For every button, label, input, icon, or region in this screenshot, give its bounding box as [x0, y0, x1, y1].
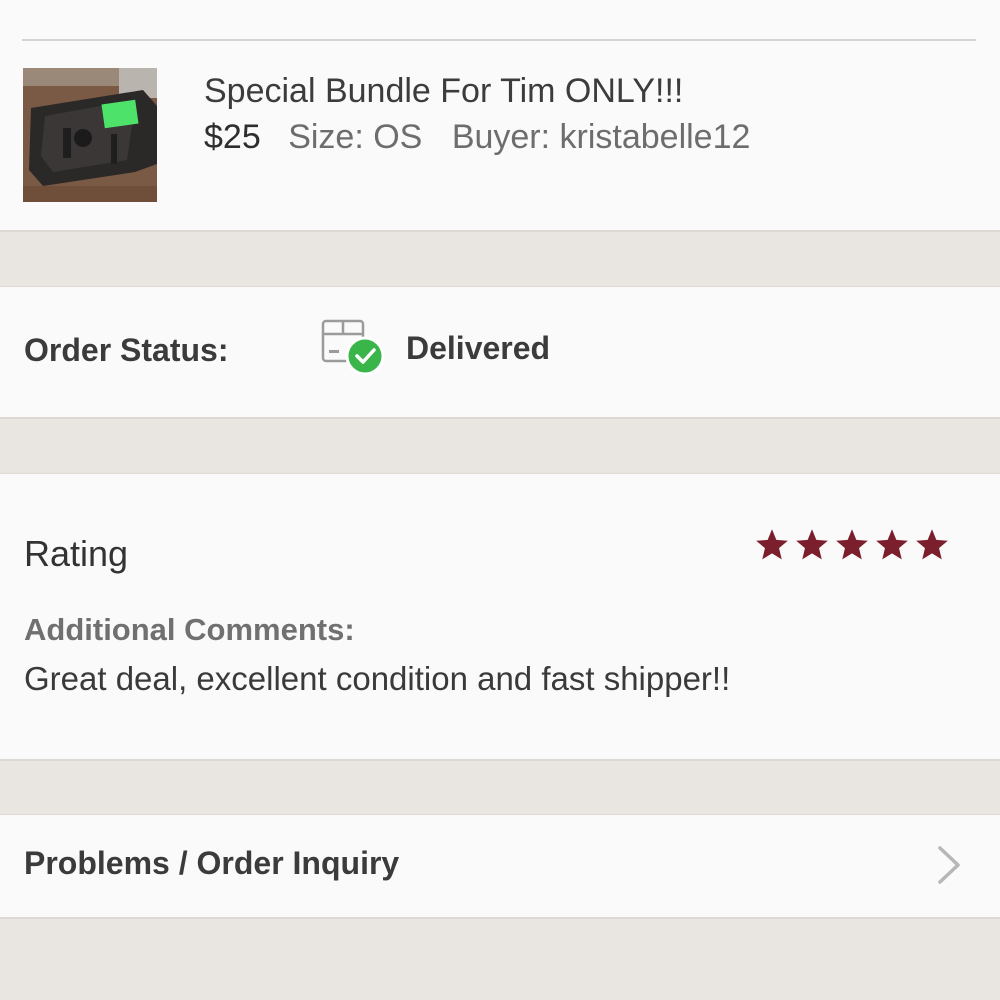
listing-meta: $25 Size: OS Buyer: kristabelle12 — [204, 118, 770, 157]
order-inquiry-label[interactable]: Problems / Order Inquiry — [24, 845, 399, 882]
listing-buyer: Buyer: kristabelle12 — [451, 118, 751, 156]
order-details-page: — · — · — Special Bundle For Tim ONLY!!!… — [0, 0, 1000, 1000]
listing-size: Size: OS — [288, 118, 423, 156]
order-status-value: Delivered — [406, 330, 551, 366]
star-icon — [756, 529, 788, 560]
comments-label: Additional Comments: — [24, 612, 355, 647]
chevron-right-icon[interactable] — [934, 845, 964, 885]
comments-text: Great deal, excellent condition and fast… — [24, 660, 731, 697]
star-icon — [836, 529, 868, 560]
package-delivered-icon — [320, 318, 385, 376]
cropped-text-row: — · — · — — [24, 0, 186, 15]
listing-price: $25 — [204, 118, 261, 156]
listing-thumbnail[interactable] — [23, 68, 157, 202]
rating-label: Rating — [24, 533, 129, 574]
order-status-label: Order Status: — [24, 332, 229, 368]
star-icon — [876, 529, 908, 560]
star-rating — [754, 527, 950, 563]
divider — [22, 39, 976, 41]
star-icon — [916, 529, 948, 560]
listing-title[interactable]: Special Bundle For Tim ONLY!!! — [204, 72, 683, 111]
star-icon — [796, 529, 828, 560]
